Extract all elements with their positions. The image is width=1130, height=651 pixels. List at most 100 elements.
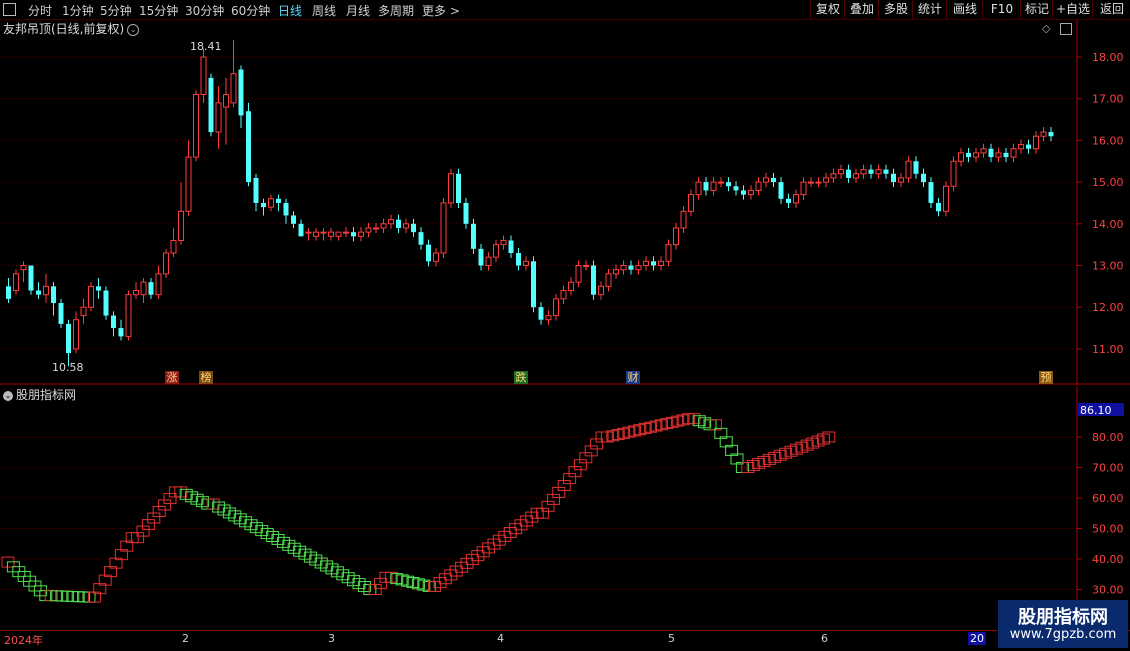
candle-body-up: [125, 294, 132, 337]
add-watchlist-button[interactable]: +自选: [1052, 0, 1093, 19]
adjust-button[interactable]: 复权: [810, 0, 845, 19]
candle-body-up: [365, 227, 372, 233]
candle-body-down: [103, 290, 109, 316]
indicator-step: [336, 569, 350, 581]
indicator-step: [487, 538, 501, 550]
indicator-step: [541, 500, 555, 512]
period-tab[interactable]: 1分钟: [62, 2, 94, 19]
period-tab[interactable]: 60分钟: [231, 2, 270, 19]
candle-body-down: [418, 232, 424, 245]
statistics-button[interactable]: 统计: [912, 0, 947, 19]
indicator-tick-label: 70.00: [1092, 462, 1124, 475]
indicator-step: [800, 439, 814, 451]
candle-body-up: [973, 152, 979, 158]
indicator-step: [136, 525, 150, 537]
indicator-step: [244, 519, 258, 531]
indicator-step: [298, 548, 312, 560]
candle-body-up: [155, 273, 162, 296]
panel-toggle-icon[interactable]: [1060, 23, 1072, 35]
mark-button[interactable]: 标记: [1020, 0, 1053, 19]
period-tab[interactable]: 30分钟: [185, 2, 224, 19]
indicator-step: [201, 498, 215, 510]
candle-body-down: [966, 152, 971, 158]
indicator-step: [692, 415, 706, 427]
overlay-button[interactable]: 叠加: [844, 0, 879, 19]
candle-body-up: [898, 177, 904, 183]
window-menu-icon[interactable]: [3, 3, 16, 16]
indicator-tick-label: 40.00: [1092, 553, 1124, 566]
candle-body-up: [718, 181, 724, 184]
candle-body-up: [358, 231, 364, 237]
candle-body-up: [995, 152, 1002, 158]
candle-body-down: [238, 69, 244, 116]
event-badge-down[interactable]: 跌: [514, 371, 528, 384]
period-tab[interactable]: 15分钟: [139, 2, 178, 19]
indicator-step: [698, 417, 712, 429]
period-tab[interactable]: 月线: [346, 2, 370, 19]
candle-body-down: [726, 182, 731, 187]
candle-body-up: [403, 223, 409, 229]
watermark-url: www.7gpzb.com: [1009, 627, 1117, 642]
multi-stock-button[interactable]: 多股: [878, 0, 913, 19]
indicator-step: [293, 545, 307, 557]
candle-body-up: [598, 285, 604, 296]
date-label: 3: [328, 632, 335, 645]
candle-body-up: [823, 177, 829, 183]
event-badge-forecast[interactable]: 预: [1039, 371, 1053, 384]
candle-body-down: [883, 169, 889, 174]
candle-body-up: [545, 315, 552, 321]
period-tab[interactable]: 分时: [28, 2, 52, 19]
candle-body-up: [605, 273, 612, 287]
diamond-icon[interactable]: ◇: [1042, 22, 1050, 35]
indicator-step: [239, 516, 253, 528]
event-badge-up[interactable]: 涨: [165, 371, 179, 384]
candle-body-down: [771, 177, 776, 183]
period-tab-active[interactable]: 日线: [278, 2, 302, 19]
period-tab[interactable]: 5分钟: [100, 2, 132, 19]
indicator-step: [179, 488, 193, 500]
event-badge-finance[interactable]: 财: [626, 371, 640, 384]
candle-body-up: [448, 173, 454, 204]
candle-body-up: [815, 181, 822, 184]
more-menu[interactable]: 更多 >: [422, 2, 460, 19]
current-indicator-value: 86.10: [1080, 404, 1112, 417]
indicator-step: [212, 501, 226, 513]
indicator-step: [768, 451, 782, 463]
candle-body-down: [291, 215, 296, 224]
indicator-step: [773, 449, 787, 461]
candle-body-up: [748, 189, 754, 196]
candle-body-up: [485, 256, 492, 267]
period-toolbar: 分时 1分钟 5分钟 15分钟 30分钟 60分钟 日线 周线 月线 多周期 更…: [0, 0, 1130, 20]
indicator-step: [449, 565, 463, 577]
candle-body-down: [508, 240, 514, 253]
indicator-step: [498, 530, 512, 542]
indicator-step: [789, 443, 803, 455]
candle-body-down: [1048, 132, 1054, 137]
candle-body-up: [523, 260, 529, 267]
candle-body-down: [516, 252, 521, 266]
candlestick-panel[interactable]: 18.00 17.00 16.00 15.00 14.00 13.00 12.00 11.00…: [0, 20, 1130, 385]
candle-body-down: [703, 182, 709, 191]
chevron-down-icon[interactable]: ⌄: [3, 390, 13, 401]
draw-line-button[interactable]: 画线: [946, 0, 983, 19]
candle-body-down: [66, 323, 71, 354]
period-tab[interactable]: 多周期: [378, 2, 414, 19]
chevron-down-icon[interactable]: ⌄: [127, 23, 140, 36]
price-tick-label: 11.00: [1092, 343, 1124, 356]
candle-body-up: [950, 160, 957, 187]
f10-button[interactable]: F10: [982, 0, 1021, 19]
indicator-step: [287, 542, 301, 554]
candle-body-down: [58, 303, 64, 324]
indicator-step: [50, 590, 64, 602]
indicator-panel[interactable]: 80.00 70.00 60.00 50.00 40.00 30.00 86.10 ⌄ 股朋…: [0, 386, 1130, 630]
event-badge-rank[interactable]: 榜: [199, 371, 213, 384]
indicator-step: [811, 435, 825, 447]
candle-body-up: [808, 181, 814, 184]
period-tab[interactable]: 周线: [312, 2, 336, 19]
indicator-step: [163, 492, 177, 504]
candle-body-up: [88, 285, 94, 308]
candle-body-up: [568, 281, 574, 292]
candle-body-up: [980, 148, 987, 154]
candle-body-up: [20, 265, 27, 271]
back-button[interactable]: 返回: [1092, 0, 1130, 19]
